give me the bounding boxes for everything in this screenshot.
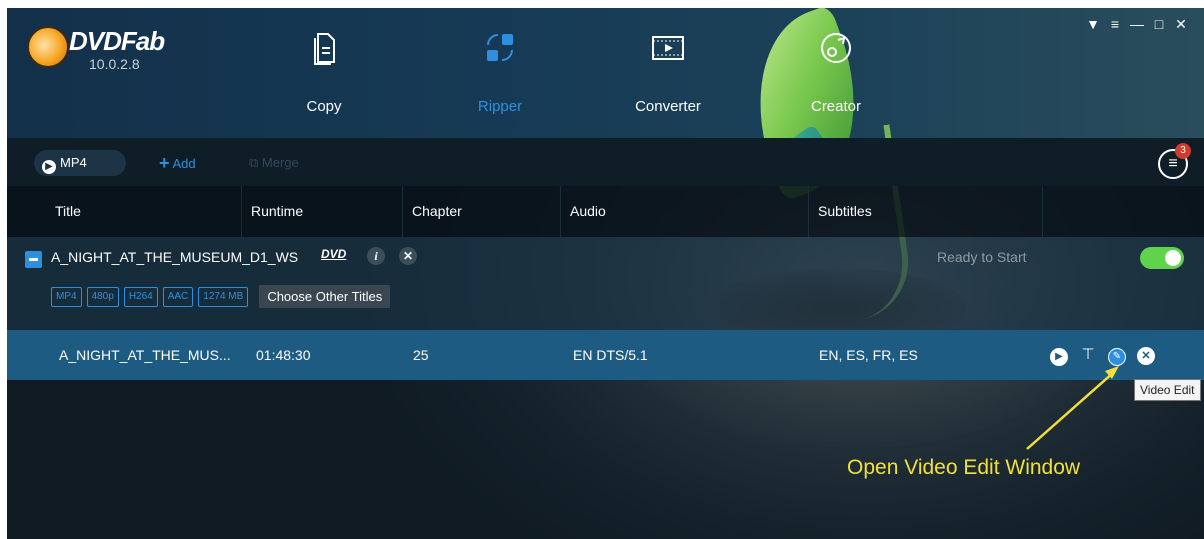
app-window: DVDFab 10.0.2.8 Copy Ripper Converter Cr… — [7, 8, 1204, 539]
annotation-text: Open Video Edit Window — [847, 456, 1081, 479]
